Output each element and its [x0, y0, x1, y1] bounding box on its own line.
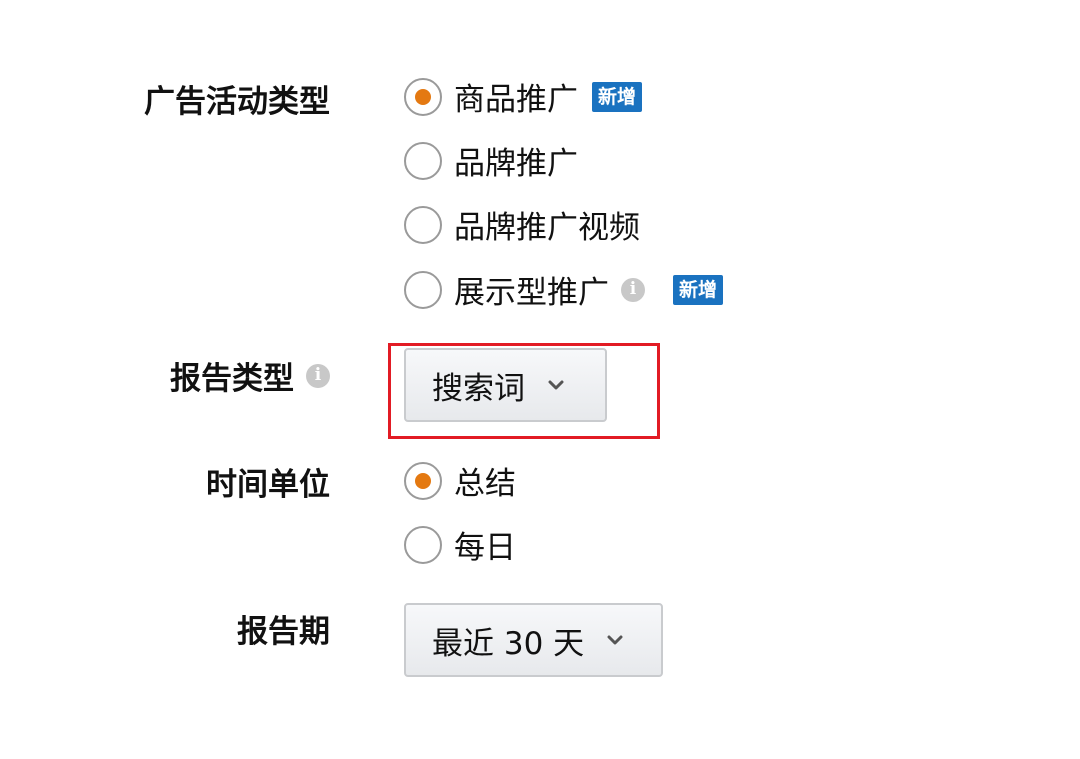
- time-unit-label: 时间单位: [206, 459, 330, 504]
- radio-option-sponsored-products[interactable]: 商品推广 新增: [404, 74, 643, 119]
- option-label: 商品推广: [454, 82, 578, 118]
- dropdown-value: 搜索词: [432, 370, 525, 407]
- campaign-type-label-text: 广告活动类型: [144, 84, 330, 120]
- radio-option-sponsored-brands-video[interactable]: 品牌推广视频: [404, 202, 640, 247]
- report-type-label-text: 报告类型: [170, 361, 294, 397]
- radio-dot: [415, 88, 431, 105]
- info-icon[interactable]: i: [306, 363, 330, 388]
- radio-dot: [415, 472, 431, 489]
- radio-option-summary[interactable]: 总结: [404, 458, 516, 503]
- radio-button[interactable]: [404, 525, 442, 564]
- radio-button[interactable]: [404, 141, 442, 180]
- info-icon[interactable]: i: [621, 277, 645, 302]
- radio-button[interactable]: [404, 205, 442, 244]
- option-label: 每日: [454, 530, 516, 566]
- time-unit-label-text: 时间单位: [206, 467, 330, 503]
- report-period-label: 报告期: [237, 606, 330, 651]
- radio-option-sponsored-brands[interactable]: 品牌推广: [404, 138, 578, 183]
- report-type-dropdown[interactable]: 搜索词: [404, 348, 607, 422]
- radio-button-checked[interactable]: [404, 461, 442, 500]
- new-badge: 新增: [673, 274, 724, 305]
- option-label: 品牌推广视频: [454, 210, 640, 246]
- campaign-type-label: 广告活动类型: [144, 76, 330, 121]
- chevron-down-icon: [547, 376, 565, 394]
- new-badge: 新增: [592, 81, 643, 112]
- option-label: 总结: [454, 466, 516, 502]
- radio-button[interactable]: [404, 270, 442, 309]
- radio-button-checked[interactable]: [404, 77, 442, 116]
- radio-option-daily[interactable]: 每日: [404, 522, 516, 567]
- option-label: 展示型推广: [454, 275, 609, 311]
- radio-option-sponsored-display[interactable]: 展示型推广 i 新增: [404, 267, 724, 312]
- option-label: 品牌推广: [454, 146, 578, 182]
- report-period-label-text: 报告期: [237, 614, 330, 650]
- report-period-dropdown[interactable]: 最近 30 天: [404, 603, 663, 677]
- chevron-down-icon: [606, 631, 624, 649]
- report-type-label: 报告类型 i: [170, 353, 330, 398]
- dropdown-value: 最近 30 天: [432, 625, 585, 662]
